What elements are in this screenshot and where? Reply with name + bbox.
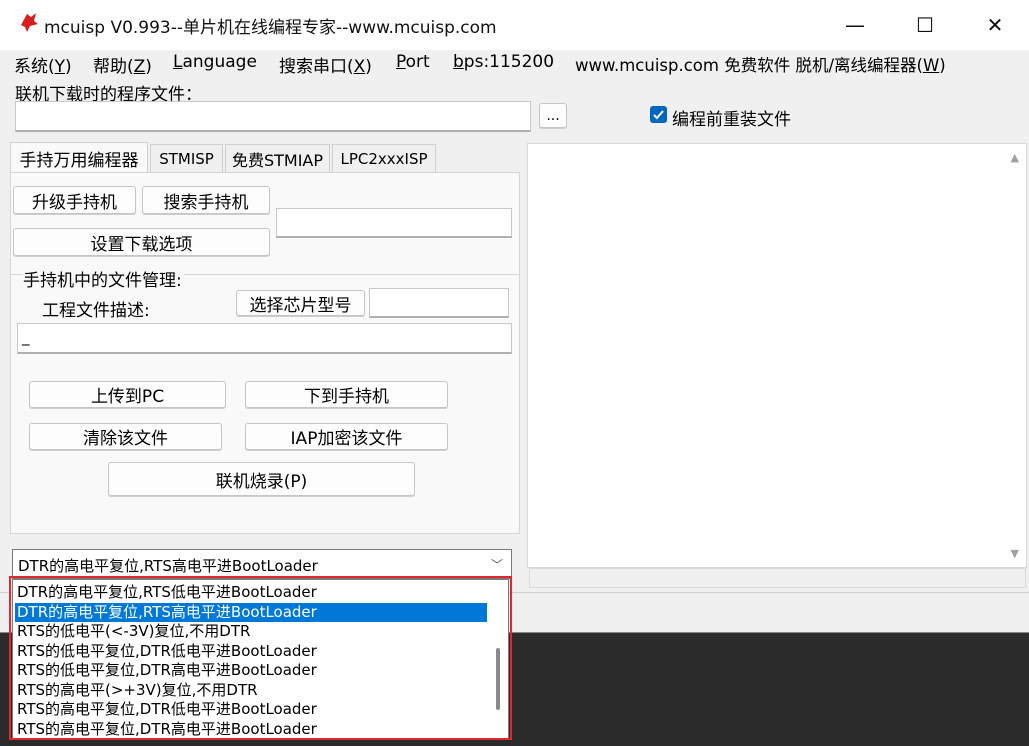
search-handheld-button[interactable]: 搜索手持机 — [142, 186, 270, 214]
file-management-label: 手持机中的文件管理: — [23, 266, 184, 291]
reload-label: 编程前重装文件 — [672, 110, 791, 130]
dropdown-option[interactable]: RTS的高电平复位,DTR低电平进BootLoader — [15, 700, 487, 720]
log-output[interactable]: ▲ ▼ — [527, 143, 1027, 568]
upload-to-pc-button[interactable]: 上传到PC — [29, 381, 226, 408]
delete-file-button[interactable]: 清除该文件 — [29, 423, 222, 450]
online-burn-button[interactable]: 联机烧录(P) — [108, 462, 415, 496]
menu-port[interactable]: Port — [396, 52, 430, 72]
scroll-down-icon[interactable]: ▼ — [1011, 547, 1019, 560]
close-icon: ✕ — [986, 13, 1004, 37]
project-desc-label: 工程文件描述: — [42, 301, 150, 321]
tab-stmiap[interactable]: 免费STMIAP — [225, 144, 330, 172]
maximize-button[interactable]: ☐ — [890, 0, 960, 50]
tab-handheld[interactable]: 手持万用编程器 — [10, 142, 148, 173]
chip-model-field — [369, 288, 509, 318]
menu-language[interactable]: Language — [173, 52, 257, 72]
dropdown-option[interactable]: RTS的高电平复位,DTR高电平进BootLoader — [15, 720, 487, 739]
chevron-down-icon[interactable]: ﹀ — [483, 550, 511, 578]
choose-chip-button[interactable]: 选择芯片型号 — [236, 290, 365, 316]
dropdown-option[interactable]: RTS的低电平复位,DTR低电平进BootLoader — [15, 642, 487, 662]
main-window: mcuisp V0.993--单片机在线编程专家--www.mcuisp.com… — [0, 0, 1029, 633]
close-button[interactable]: ✕ — [960, 0, 1029, 50]
window-title: mcuisp V0.993--单片机在线编程专家--www.mcuisp.com — [44, 18, 497, 38]
program-file-input[interactable] — [15, 101, 531, 132]
dropdown-option[interactable]: RTS的低电平(<-3V)复位,不用DTR — [15, 622, 487, 642]
minimize-button[interactable]: — — [820, 0, 890, 50]
dropdown-scrollbar[interactable] — [496, 648, 500, 710]
menu-bps[interactable]: bps:115200 — [453, 52, 554, 72]
app-logo-icon — [21, 13, 38, 32]
menu-help[interactable]: 帮助(Z) — [93, 52, 152, 77]
dropdown-option[interactable]: DTR的高电平复位,RTS低电平进BootLoader — [15, 583, 487, 603]
dropdown-option[interactable]: RTS的高电平(>+3V)复位,不用DTR — [15, 681, 487, 701]
bootloader-mode-dropdown[interactable]: DTR的高电平复位,RTS低电平进BootLoader DTR的高电平复位,RT… — [12, 579, 509, 739]
menu-bar: 系统(Y) 帮助(Z) Language 搜索串口(X) Port bps:11… — [0, 50, 1029, 77]
checkmark-icon — [653, 110, 664, 120]
dropdown-option[interactable]: RTS的低电平复位,DTR高电平进BootLoader — [15, 661, 487, 681]
horizontal-scrollbar[interactable] — [529, 568, 1026, 588]
iap-encrypt-button[interactable]: IAP加密该文件 — [245, 423, 448, 450]
bootloader-mode-select[interactable]: DTR的高电平复位,RTS高电平进BootLoader ﹀ — [12, 549, 512, 579]
minimize-icon: — — [845, 13, 865, 37]
upgrade-handheld-button[interactable]: 升级手持机 — [13, 186, 136, 214]
title-bar: mcuisp V0.993--单片机在线编程专家--www.mcuisp.com… — [0, 0, 1029, 50]
download-settings-button[interactable]: 设置下载选项 — [13, 228, 270, 256]
project-description-field[interactable]: _ — [17, 323, 512, 354]
reload-checkbox[interactable] — [650, 106, 667, 123]
maximize-icon: ☐ — [916, 13, 934, 37]
browse-button[interactable]: ... — [539, 103, 567, 128]
scroll-up-icon[interactable]: ▲ — [1011, 151, 1019, 164]
download-to-handheld-button[interactable]: 下到手持机 — [245, 381, 448, 408]
tab-stmisp[interactable]: STMISP — [150, 144, 223, 172]
handheld-status-field — [276, 208, 512, 238]
dropdown-option-selected[interactable]: DTR的高电平复位,RTS高电平进BootLoader — [15, 602, 487, 622]
menu-website[interactable]: www.mcuisp.com 免费软件 脱机/离线编程器(W) — [575, 52, 946, 76]
bootloader-mode-value: DTR的高电平复位,RTS高电平进BootLoader — [18, 557, 318, 575]
menu-system[interactable]: 系统(Y) — [14, 52, 72, 77]
tab-lpc2xxxisp[interactable]: LPC2xxxISP — [332, 144, 436, 172]
menu-search-port[interactable]: 搜索串口(X) — [279, 52, 372, 77]
